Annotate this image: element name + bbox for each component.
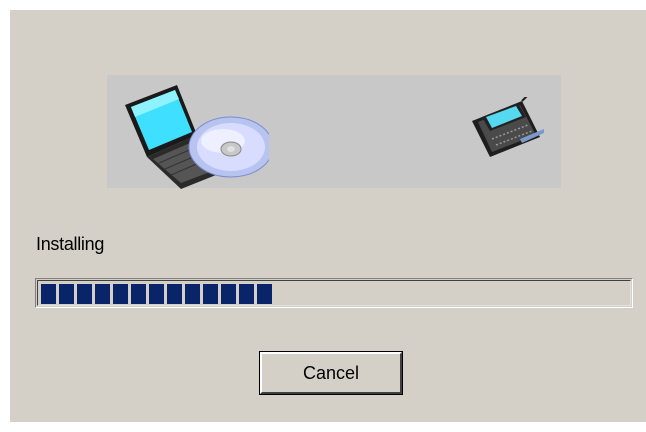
progress-block bbox=[95, 284, 110, 304]
cancel-button[interactable]: Cancel bbox=[259, 351, 403, 395]
laptop-with-cd-icon bbox=[125, 85, 269, 189]
install-progress-bar bbox=[35, 278, 633, 308]
progress-block bbox=[185, 284, 200, 304]
progress-block bbox=[167, 284, 182, 304]
progress-block bbox=[239, 284, 254, 304]
progress-block bbox=[221, 284, 236, 304]
progress-block bbox=[113, 284, 128, 304]
handheld-device-icon bbox=[472, 97, 544, 157]
progress-block bbox=[149, 284, 164, 304]
progress-bar-well bbox=[37, 280, 631, 306]
progress-block bbox=[131, 284, 146, 304]
installer-banner bbox=[107, 75, 561, 189]
progress-block bbox=[203, 284, 218, 304]
progress-block bbox=[77, 284, 92, 304]
progress-block bbox=[59, 284, 74, 304]
status-label: Installing bbox=[36, 234, 105, 254]
progress-block bbox=[257, 284, 272, 304]
progress-fill bbox=[41, 284, 272, 304]
installer-dialog: Installing Cancel bbox=[10, 10, 646, 422]
progress-block bbox=[41, 284, 56, 304]
